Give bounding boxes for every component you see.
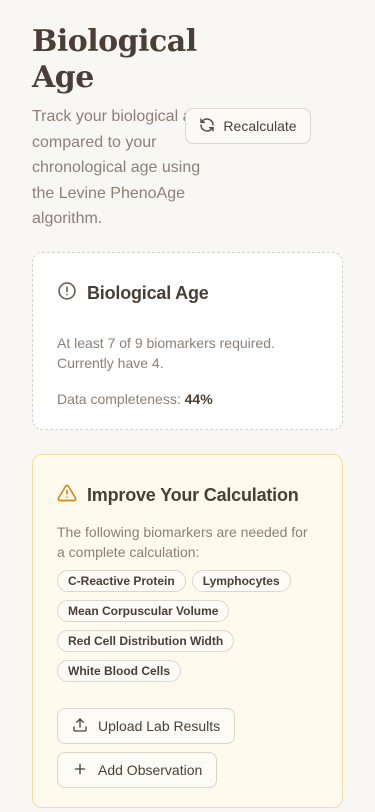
upload-icon (72, 717, 88, 736)
add-observation-label: Add Observation (98, 762, 203, 778)
completeness-value: 44% (184, 391, 213, 407)
improve-card-title: Improve Your Calculation (87, 485, 299, 505)
biomarker-chip: Red Cell Distribution Width (57, 630, 235, 652)
biological-age-card-header: Biological Age (57, 281, 318, 306)
biomarker-chip: C-Reactive Protein (57, 570, 186, 592)
requirement-text: At least 7 of 9 biomarkers required. Cur… (57, 335, 275, 371)
recalculate-label: Recalculate (223, 118, 297, 134)
upload-lab-results-button[interactable]: Upload Lab Results (57, 708, 236, 744)
biomarker-chip: White Blood Cells (57, 660, 181, 682)
biological-age-card-title: Biological Age (87, 283, 209, 303)
warning-triangle-icon (57, 483, 77, 508)
add-observation-button[interactable]: Add Observation (57, 752, 218, 788)
improve-calculation-card: Improve Your Calculation The following b… (32, 454, 343, 808)
biological-age-page: Biological Age Track your biological age… (0, 0, 375, 812)
completeness-label: Data completeness: (57, 391, 181, 407)
biomarker-chip: Lymphocytes (191, 570, 291, 592)
recalculate-button[interactable]: Recalculate (185, 108, 311, 144)
improve-actions: Upload Lab Results Add Observation (57, 708, 318, 788)
missing-biomarkers-list: C-Reactive Protein Lymphocytes Mean Corp… (57, 570, 307, 682)
biomarker-chip: Mean Corpuscular Volume (57, 600, 230, 622)
improve-description: The following biomarkers are needed for … (57, 524, 308, 560)
data-completeness: Data completeness: 44% (57, 389, 318, 409)
upload-lab-results-label: Upload Lab Results (98, 718, 221, 734)
plus-icon (72, 761, 88, 780)
improve-card-header: Improve Your Calculation (57, 483, 318, 508)
alert-circle-icon (57, 281, 77, 306)
biological-age-card: Biological Age At least 7 of 9 biomarker… (32, 252, 343, 430)
page-title: Biological Age (32, 24, 197, 95)
refresh-icon (199, 117, 215, 136)
